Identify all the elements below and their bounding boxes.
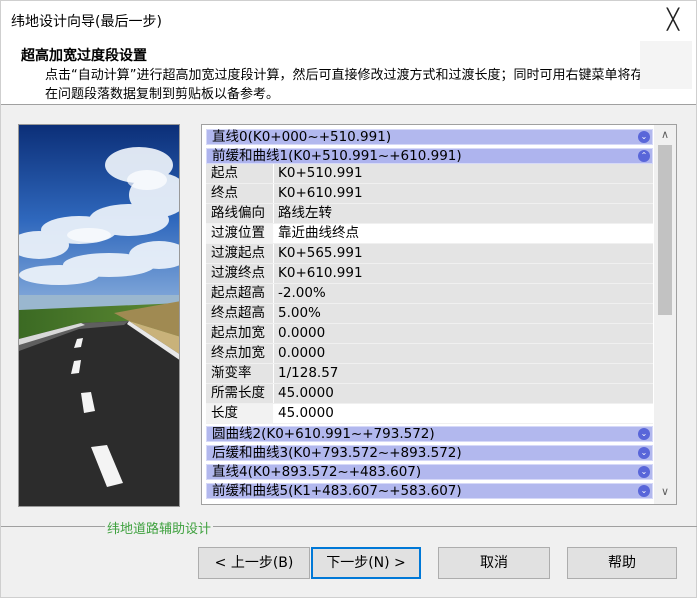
property-value[interactable]: K0+565.991 xyxy=(274,244,653,263)
property-key: 终点加宽 xyxy=(206,344,274,363)
title-bar: 纬地设计向导(最后一步) ╳ xyxy=(1,1,696,37)
property-key: 起点超高 xyxy=(206,284,274,303)
segment-row-0[interactable]: 直线0(K0+000~+510.991) ⌄ xyxy=(206,129,653,145)
chevron-down-icon[interactable]: ⌄ xyxy=(638,447,650,459)
property-value[interactable]: 45.0000 xyxy=(274,384,653,403)
segment-label: 前缓和曲线1(K0+510.991~+610.991) xyxy=(212,148,462,164)
help-button[interactable]: 帮助 xyxy=(567,547,677,579)
segment-row-2[interactable]: 圆曲线2(K0+610.991~+793.572) ⌄ xyxy=(206,426,653,442)
segment-row-3[interactable]: 后缓和曲线3(K0+793.572~+893.572) ⌄ xyxy=(206,445,653,461)
property-row[interactable]: 起点超高 -2.00% xyxy=(206,284,653,304)
property-value[interactable]: 路线左转 xyxy=(274,204,653,223)
property-value[interactable]: 0.0000 xyxy=(274,344,653,363)
chevron-down-icon[interactable]: ⌄ xyxy=(638,131,650,143)
property-value[interactable]: K0+610.991 xyxy=(274,264,653,283)
road-illustration xyxy=(18,124,180,507)
property-key: 渐变率 xyxy=(206,364,274,383)
property-row[interactable]: 过渡起点 K0+565.991 xyxy=(206,244,653,264)
chevron-down-icon[interactable]: ⌄ xyxy=(638,428,650,440)
header-icon xyxy=(640,41,692,89)
property-value[interactable]: 5.00% xyxy=(274,304,653,323)
next-button[interactable]: 下一步(N) > xyxy=(311,547,421,579)
scroll-up-icon[interactable]: ∧ xyxy=(654,127,676,143)
property-key: 过渡位置 xyxy=(206,224,274,243)
segment-label: 后缓和曲线3(K0+793.572~+893.572) xyxy=(212,445,462,461)
property-row[interactable]: 终点加宽 0.0000 xyxy=(206,344,653,364)
segment-label: 圆曲线2(K0+610.991~+793.572) xyxy=(212,426,435,442)
property-row[interactable]: 终点超高 5.00% xyxy=(206,304,653,324)
page-description: 点击“自动计算”进行超高加宽过度段计算，然后可直接修改过渡方式和过渡长度；同时可… xyxy=(45,68,644,102)
property-row[interactable]: 终点 K0+610.991 xyxy=(206,184,653,204)
property-key: 长度 xyxy=(206,404,274,423)
brand-label: 纬地道路辅助设计 xyxy=(105,518,214,537)
segment-label: 直线0(K0+000~+510.991) xyxy=(212,129,392,145)
window-title: 纬地设计向导(最后一步) xyxy=(11,14,162,30)
property-key: 终点超高 xyxy=(206,304,274,323)
property-key: 路线偏向 xyxy=(206,204,274,223)
property-key: 过渡起点 xyxy=(206,244,274,263)
segment-label: 直线4(K0+893.572~+483.607) xyxy=(212,464,422,480)
cancel-button[interactable]: 取消 xyxy=(438,547,550,579)
property-key: 过渡终点 xyxy=(206,264,274,283)
property-value[interactable]: 1/128.57 xyxy=(274,364,653,383)
property-row[interactable]: 渐变率 1/128.57 xyxy=(206,364,653,384)
property-value[interactable]: K0+610.991 xyxy=(274,184,653,203)
segment-row-5[interactable]: 前缓和曲线5(K1+483.607~+583.607) ⌄ xyxy=(206,483,653,499)
segment-row-4[interactable]: 直线4(K0+893.572~+483.607) ⌄ xyxy=(206,464,653,480)
page-title: 超高加宽过度段设置 xyxy=(21,48,147,64)
property-row[interactable]: 起点 K0+510.991 xyxy=(206,164,653,184)
property-key: 起点 xyxy=(206,164,274,183)
chevron-up-icon[interactable]: ⌃ xyxy=(638,150,650,162)
chevron-down-icon[interactable]: ⌄ xyxy=(638,485,650,497)
property-key: 终点 xyxy=(206,184,274,203)
segment-property-grid[interactable]: 直线0(K0+000~+510.991) ⌄ 前缓和曲线1(K0+510.991… xyxy=(201,124,677,505)
scroll-thumb[interactable] xyxy=(658,145,672,315)
back-button[interactable]: < 上一步(B) xyxy=(198,547,310,579)
property-value[interactable]: -2.00% xyxy=(274,284,653,303)
wizard-dialog: 纬地设计向导(最后一步) ╳ 超高加宽过度段设置 点击“自动计算”进行超高加宽过… xyxy=(0,0,697,598)
vertical-scrollbar[interactable]: ∧ ∨ xyxy=(654,125,676,504)
property-row[interactable]: 起点加宽 0.0000 xyxy=(206,324,653,344)
property-value[interactable]: 45.0000 xyxy=(274,404,653,423)
property-key: 起点加宽 xyxy=(206,324,274,343)
wizard-header: 超高加宽过度段设置 点击“自动计算”进行超高加宽过度段计算，然后可直接修改过渡方… xyxy=(1,37,696,105)
property-value[interactable]: 靠近曲线终点 xyxy=(274,224,653,243)
segment-row-1[interactable]: 前缓和曲线1(K0+510.991~+610.991) ⌃ xyxy=(206,148,653,164)
property-value[interactable]: 0.0000 xyxy=(274,324,653,343)
scroll-down-icon[interactable]: ∨ xyxy=(654,484,676,500)
property-row[interactable]: 路线偏向 路线左转 xyxy=(206,204,653,224)
property-key: 所需长度 xyxy=(206,384,274,403)
property-row[interactable]: 过渡位置 靠近曲线终点 xyxy=(206,224,653,244)
property-row[interactable]: 过渡终点 K0+610.991 xyxy=(206,264,653,284)
property-row[interactable]: 所需长度 45.0000 xyxy=(206,384,653,404)
close-icon[interactable]: ╳ xyxy=(658,5,688,33)
chevron-down-icon[interactable]: ⌄ xyxy=(638,466,650,478)
property-row[interactable]: 长度 45.0000 xyxy=(206,404,653,424)
segment-label: 前缓和曲线5(K1+483.607~+583.607) xyxy=(212,483,462,499)
property-value[interactable]: K0+510.991 xyxy=(274,164,653,183)
